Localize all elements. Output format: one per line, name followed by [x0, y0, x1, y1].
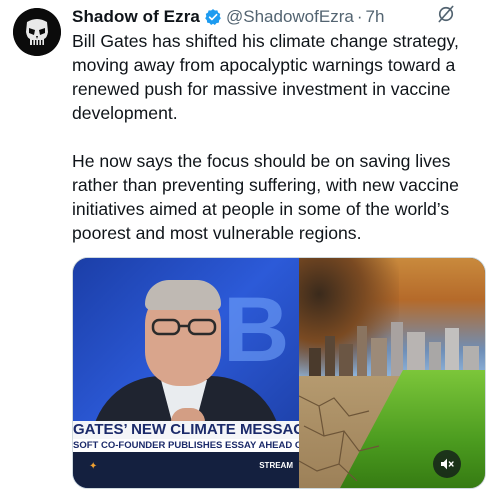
news-headline: GATES’ NEW CLIMATE MESSAGE: [73, 421, 299, 439]
star-icon: ✦: [89, 461, 98, 472]
tweet-paragraph: Bill Gates has shifted his climate chang…: [72, 31, 459, 123]
tweet-text: Bill Gates has shifted his climate chang…: [72, 29, 492, 245]
glasses-shape: [151, 318, 217, 336]
mute-button[interactable]: [433, 450, 461, 478]
author-handle[interactable]: @ShadowofEzra: [226, 7, 354, 27]
background-logo-shape: B: [223, 279, 289, 381]
verified-badge-icon[interactable]: [204, 8, 222, 26]
tweet-header: Shadow of Ezra @ShadowofEzra · 7h: [72, 5, 490, 29]
stream-label: STREAM: [259, 461, 293, 470]
tweet-paragraph: He now says the focus should be on savin…: [72, 151, 459, 243]
author-name[interactable]: Shadow of Ezra: [72, 7, 200, 27]
tweet-timestamp[interactable]: 7h: [365, 7, 384, 27]
news-subheadline: SOFT CO-FOUNDER PUBLISHES ESSAY AHEAD OF…: [73, 439, 299, 452]
skull-icon: [13, 8, 61, 56]
grok-icon[interactable]: [436, 4, 456, 24]
news-lower-third: GATES’ NEW CLIMATE MESSAGE SOFT CO-FOUND…: [73, 421, 299, 488]
video-media[interactable]: B GATES’ NEW CLIMATE MESSAGE SOFT CO-FOU…: [72, 257, 486, 489]
avatar[interactable]: [13, 8, 61, 56]
header-separator: ·: [356, 7, 363, 26]
person-hair: [145, 280, 221, 310]
mute-icon: [441, 458, 454, 470]
news-ticker-bar: ✦ STREAM: [73, 452, 299, 488]
